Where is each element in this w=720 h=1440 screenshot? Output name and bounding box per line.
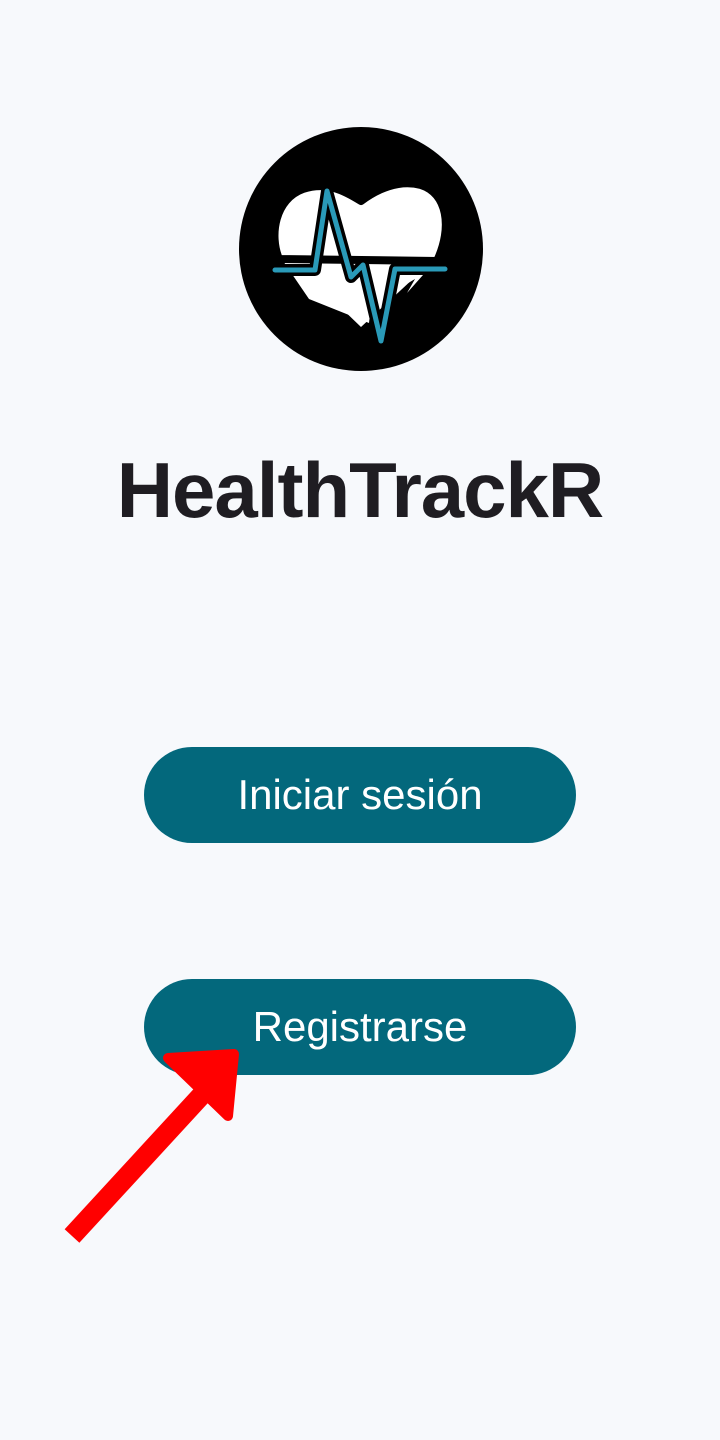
app-title: HealthTrackR	[116, 446, 605, 534]
register-button[interactable]: Registrarse	[144, 979, 576, 1075]
register-button-label: Registrarse	[252, 1003, 468, 1050]
login-button-label: Iniciar sesión	[237, 771, 483, 818]
app-logo	[239, 127, 483, 371]
login-button[interactable]: Iniciar sesión	[144, 747, 576, 843]
heart-pulse-icon	[239, 127, 483, 371]
